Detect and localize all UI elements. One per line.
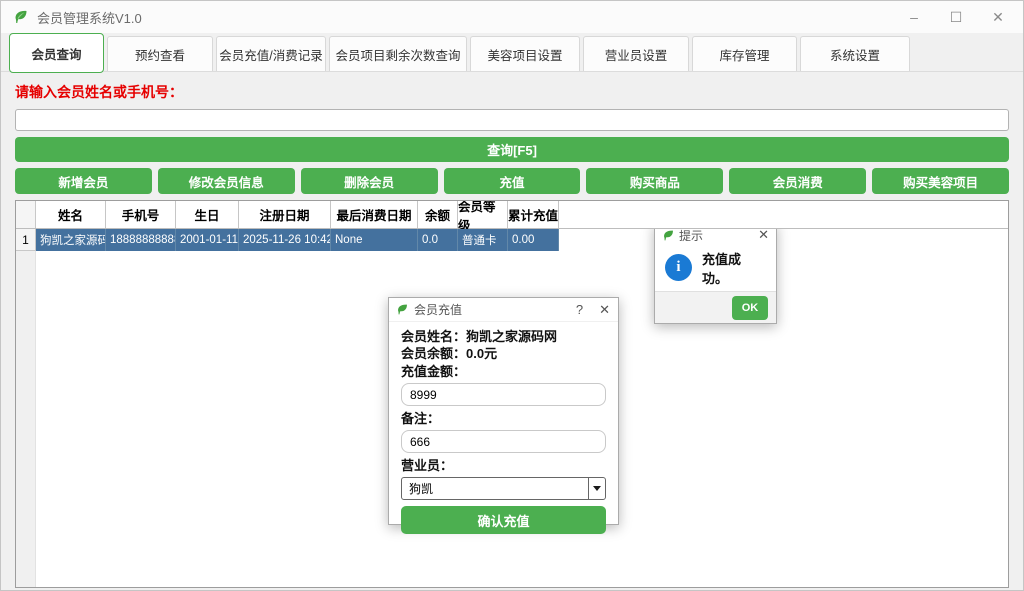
recharge-dialog: 会员充值 ? ✕ 会员姓名：狗凯之家源码网 会员余额：0.0元 充值金额： 备注… [388,297,619,525]
note-label: 备注： [401,410,606,427]
tab-member-query[interactable]: 会员查询 [9,33,104,73]
close-icon[interactable]: ✕ [977,3,1019,31]
amount-input[interactable] [401,383,606,406]
tab-clerk-settings[interactable]: 营业员设置 [583,36,689,71]
col-header-register-date[interactable]: 注册日期 [239,201,331,228]
tab-appointment-view[interactable]: 预约查看 [107,36,213,71]
buy-beauty-project-button[interactable]: 购买美容项目 [872,168,1009,194]
info-icon: i [665,254,692,281]
buy-goods-button[interactable]: 购买商品 [586,168,723,194]
cell-total-recharge[interactable]: 0.00 [508,229,559,251]
ok-button[interactable]: OK [732,296,768,320]
table-row[interactable]: 1 狗凯之家源码网 18888888888 2001-01-11 2025-11… [16,229,1008,251]
tab-bar: 会员查询 预约查看 会员充值/消费记录 会员项目剩余次数查询 美容项目设置 营业… [1,33,1023,72]
recharge-dialog-title: 会员充值 [414,301,462,318]
app-window: 会员管理系统V1.0 – ☐ ✕ 会员查询 预约查看 会员充值/消费记录 会员项… [0,0,1024,591]
tab-label: 会员充值/消费记录 [219,45,322,64]
search-prompt-label: 请输入会员姓名或手机号： [15,82,1009,102]
edit-member-button[interactable]: 修改会员信息 [158,168,295,194]
col-header-phone[interactable]: 手机号 [106,201,176,228]
tab-system-settings[interactable]: 系统设置 [800,36,910,71]
minimize-icon[interactable]: – [893,3,935,31]
table-header-row: 姓名 手机号 生日 注册日期 最后消费日期 余额 会员等级 累计充值 [16,201,1008,229]
cell-birthday[interactable]: 2001-01-11 [176,229,239,251]
help-icon[interactable]: ? [576,302,583,318]
col-header-birthday[interactable]: 生日 [176,201,239,228]
title-bar: 会员管理系统V1.0 – ☐ ✕ [1,1,1023,33]
app-leaf-icon [13,9,29,25]
app-title: 会员管理系统V1.0 [37,8,142,27]
tab-label: 营业员设置 [605,45,668,64]
clerk-select[interactable]: 狗凯 [401,477,606,500]
message-box-body: i 充值成功。 [655,246,776,291]
col-header-last-consume[interactable]: 最后消费日期 [331,201,418,228]
tab-label: 美容项目设置 [487,45,562,64]
row-number[interactable]: 1 [16,229,36,251]
clerk-label: 营业员： [401,457,606,474]
message-box-footer: OK [655,291,776,323]
combo-arrow-button[interactable] [588,478,605,499]
recharge-button[interactable]: 充值 [444,168,581,194]
tab-label: 库存管理 [719,45,769,64]
tab-recharge-consume-record[interactable]: 会员充值/消费记录 [216,36,326,71]
note-input[interactable] [401,430,606,453]
message-text: 充值成功。 [702,249,766,287]
delete-member-button[interactable]: 删除会员 [301,168,438,194]
member-name-line: 会员姓名：狗凯之家源码网 [401,328,606,345]
member-balance-line: 会员余额：0.0元 [401,345,606,362]
col-header-name[interactable]: 姓名 [36,201,106,228]
confirm-recharge-button[interactable]: 确认充值 [401,506,606,534]
row-header-gutter [16,201,36,587]
cell-register-date[interactable]: 2025-11-26 10:42:38 [239,229,331,251]
col-header-member-level[interactable]: 会员等级 [458,201,508,228]
amount-label: 充值金额： [401,363,606,380]
cell-phone[interactable]: 18888888888 [106,229,176,251]
query-button[interactable]: 查询[F5] [15,137,1009,162]
member-balance-label: 会员余额： [401,346,466,361]
cell-member-level[interactable]: 普通卡 [458,229,508,251]
col-header-balance[interactable]: 余额 [418,201,458,228]
action-button-row: 新增会员 修改会员信息 删除会员 充值 购买商品 会员消费 购买美容项目 [15,168,1009,194]
tab-inventory-management[interactable]: 库存管理 [692,36,797,71]
cell-last-consume[interactable]: None [331,229,418,251]
tab-label: 系统设置 [830,45,880,64]
search-input[interactable] [15,109,1009,131]
tab-label: 预约查看 [135,45,185,64]
member-balance-value: 0.0元 [466,346,497,361]
cell-balance[interactable]: 0.0 [418,229,458,251]
chevron-down-icon [593,486,601,491]
cell-name[interactable]: 狗凯之家源码网 [36,229,106,251]
tab-label: 会员项目剩余次数查询 [335,45,460,64]
window-controls: – ☐ ✕ [893,3,1019,31]
member-consume-button[interactable]: 会员消费 [729,168,866,194]
app-leaf-icon [396,303,409,316]
recharge-dialog-titlebar: 会员充值 ? ✕ [389,298,618,322]
member-name-value: 狗凯之家源码网 [466,329,557,344]
tab-project-remaining-query[interactable]: 会员项目剩余次数查询 [329,36,467,71]
recharge-dialog-body: 会员姓名：狗凯之家源码网 会员余额：0.0元 充值金额： 备注： 营业员： 狗凯… [389,322,618,534]
tab-beauty-project-settings[interactable]: 美容项目设置 [470,36,580,71]
maximize-icon[interactable]: ☐ [935,3,977,31]
add-member-button[interactable]: 新增会员 [15,168,152,194]
table-corner-cell[interactable] [16,201,36,228]
clerk-selected-value: 狗凯 [409,480,433,497]
col-header-total-recharge[interactable]: 累计充值 [508,201,559,228]
close-icon[interactable]: ✕ [599,302,610,318]
member-name-label: 会员姓名： [401,329,466,344]
tab-label: 会员查询 [31,44,81,63]
